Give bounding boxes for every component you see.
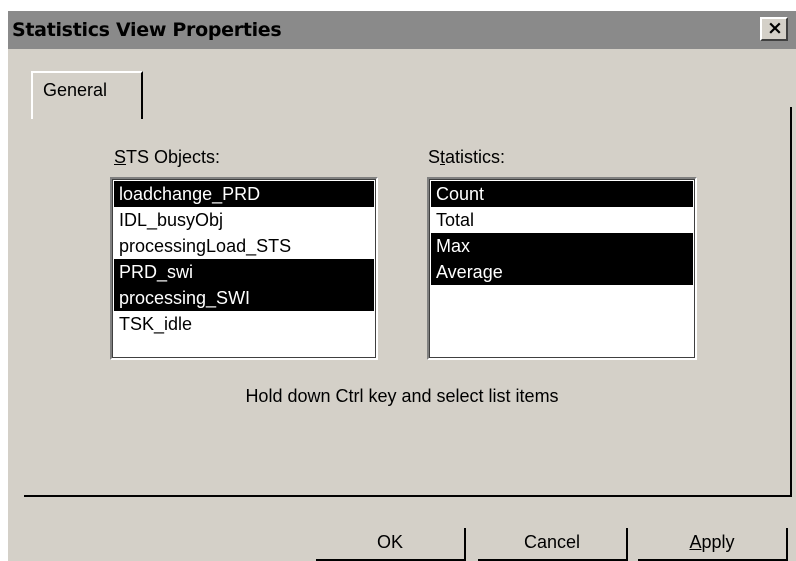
statistics-listbox[interactable]: Count Total Max Average <box>427 177 697 360</box>
close-icon: × <box>767 17 783 39</box>
sts-objects-label-accel: S <box>114 147 127 167</box>
sts-objects-listbox[interactable]: loadchange_PRD IDL_busyObj processingLoad_… <box>110 177 378 360</box>
list-item[interactable]: loadchange_PRD <box>114 181 374 207</box>
list-item[interactable]: IDL_busyObj <box>114 207 374 233</box>
tab-general-label: General <box>43 80 108 100</box>
statistics-view-properties-dialog: Statistics View Properties × General STS… <box>8 11 796 561</box>
list-item[interactable]: Max <box>431 233 693 259</box>
list-item[interactable]: Average <box>431 259 693 285</box>
list-item[interactable]: Total <box>431 207 693 233</box>
selection-hint: Hold down Ctrl key and select list items <box>245 386 559 406</box>
statistics-label-text: atistics: <box>445 147 506 167</box>
ok-button[interactable]: OK <box>316 528 466 561</box>
title-bar[interactable]: Statistics View Properties × <box>8 11 796 49</box>
close-button[interactable]: × <box>760 17 788 41</box>
cancel-button[interactable]: Cancel <box>478 528 628 561</box>
window-title: Statistics View Properties <box>12 19 282 41</box>
list-item[interactable]: PRD_swi <box>114 259 374 285</box>
apply-button-accel: A <box>689 532 702 552</box>
list-item[interactable]: Count <box>431 181 693 207</box>
sts-objects-label: STS Objects: <box>114 147 220 168</box>
list-item[interactable]: processing_SWI <box>114 285 374 311</box>
sts-objects-list: loadchange_PRD IDL_busyObj processingLoad_… <box>114 181 374 337</box>
list-item[interactable]: TSK_idle <box>114 311 374 337</box>
apply-button[interactable]: Apply <box>638 528 788 561</box>
statistics-list: Count Total Max Average <box>431 181 693 285</box>
sts-objects-label-text: TS Objects: <box>126 147 221 167</box>
list-item[interactable]: processingLoad_STS <box>114 233 374 259</box>
apply-button-text: pply <box>701 532 735 552</box>
statistics-label-pre: S <box>428 147 441 167</box>
statistics-label: Statistics: <box>428 147 505 168</box>
